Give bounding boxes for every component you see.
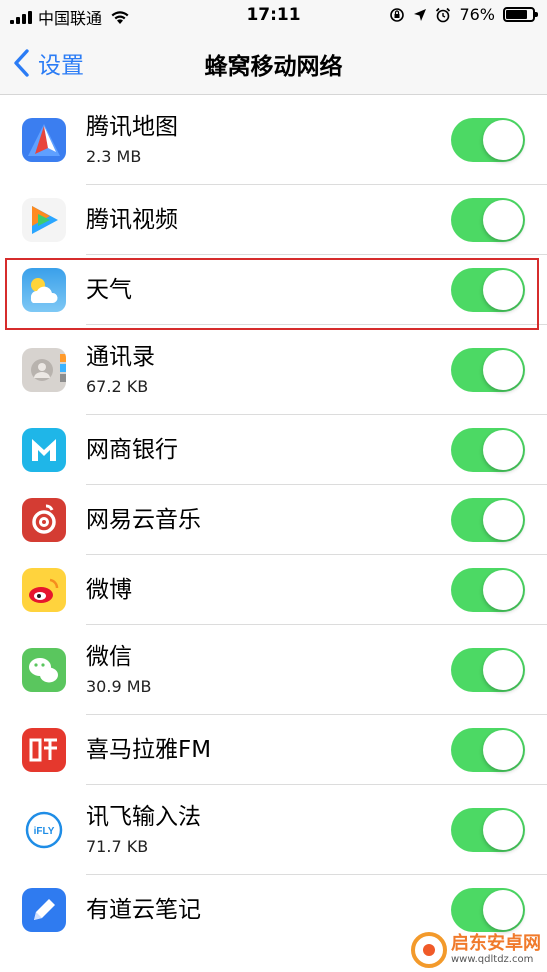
app-name: 微信 <box>86 644 132 670</box>
cellular-toggle[interactable] <box>451 808 525 852</box>
app-data-usage: 67.2 KB <box>86 377 149 396</box>
list-item: 通讯录 67.2 KB <box>0 325 547 415</box>
app-name: 天气 <box>86 277 132 303</box>
cellular-toggle[interactable] <box>451 198 525 242</box>
toggle-knob <box>483 890 523 930</box>
app-name: 微博 <box>86 577 132 603</box>
battery-icon <box>503 7 538 22</box>
youdao-note-icon <box>22 888 66 932</box>
svg-text:iFLY: iFLY <box>34 826 55 837</box>
list-item: 网易云音乐 <box>0 485 547 555</box>
list-item: 腾讯地图 2.3 MB <box>0 95 547 185</box>
toggle-knob <box>483 430 523 470</box>
app-name: 有道云笔记 <box>86 897 201 923</box>
list-item: iFLY 讯飞输入法 71.7 KB <box>0 785 547 875</box>
watermark: 启东安卓网 www.qdltdz.com <box>411 932 541 968</box>
app-name: 腾讯视频 <box>86 207 178 233</box>
location-arrow-icon <box>414 8 427 21</box>
list-item: 网商银行 <box>0 415 547 485</box>
cellular-toggle[interactable] <box>451 118 525 162</box>
toggle-knob <box>483 200 523 240</box>
toggle-knob <box>483 810 523 850</box>
cellular-toggle[interactable] <box>451 568 525 612</box>
app-name: 网商银行 <box>86 437 178 463</box>
contacts-icon <box>22 348 66 392</box>
weibo-icon <box>22 568 66 612</box>
status-right: 76% <box>389 5 538 24</box>
weather-icon <box>22 268 66 312</box>
watermark-title: 启东安卓网 <box>451 933 541 954</box>
watermark-logo-icon <box>411 932 447 968</box>
wechat-icon <box>22 648 66 692</box>
battery-level-fill <box>506 10 528 19</box>
ximalaya-icon <box>22 728 66 772</box>
list-item: 微博 <box>0 555 547 625</box>
list-item-highlighted: 天气 <box>0 255 547 325</box>
cellular-toggle[interactable] <box>451 728 525 772</box>
rotation-lock-icon <box>390 7 405 22</box>
cellular-toggle[interactable] <box>451 648 525 692</box>
app-name: 喜马拉雅FM <box>86 737 212 763</box>
app-name: 网易云音乐 <box>86 507 201 533</box>
status-bar: 中国联通 17:11 76% <box>0 0 547 32</box>
page-title: 蜂窝移动网络 <box>204 54 343 80</box>
list-item: 微信 30.9 MB <box>0 625 547 715</box>
app-data-usage: 2.3 MB <box>86 147 142 166</box>
cellular-toggle[interactable] <box>451 428 525 472</box>
toggle-knob <box>483 350 523 390</box>
cellular-toggle[interactable] <box>451 498 525 542</box>
netease-music-icon <box>22 498 66 542</box>
toggle-knob <box>483 120 523 160</box>
cellular-toggle[interactable] <box>451 888 525 932</box>
app-data-usage: 71.7 KB <box>86 837 149 856</box>
toggle-knob <box>483 730 523 770</box>
watermark-url: www.qdltdz.com <box>451 954 534 965</box>
app-name: 通讯录 <box>86 344 155 370</box>
toggle-knob <box>483 570 523 610</box>
cellular-app-list: 腾讯地图 2.3 MB 腾讯视频 天气 通讯录 67.2 KB 网商银行 网易云… <box>0 95 547 945</box>
toggle-knob <box>483 270 523 310</box>
cellular-toggle[interactable] <box>451 348 525 392</box>
list-item: 喜马拉雅FM <box>0 715 547 785</box>
app-data-usage: 30.9 MB <box>86 677 152 696</box>
toggle-knob <box>483 500 523 540</box>
tencent-video-icon <box>22 198 66 242</box>
list-item: 腾讯视频 <box>0 185 547 255</box>
ifly-input-icon: iFLY <box>22 808 66 852</box>
mybank-icon <box>22 428 66 472</box>
alarm-icon <box>436 7 451 22</box>
navigation-bar: 设置 蜂窝移动网络 <box>0 32 547 95</box>
cellular-toggle[interactable] <box>451 268 525 312</box>
app-name: 腾讯地图 <box>86 114 178 140</box>
toggle-knob <box>483 650 523 690</box>
app-name: 讯飞输入法 <box>86 804 201 830</box>
tencent-map-icon <box>22 118 66 162</box>
battery-percent: 76% <box>459 5 495 24</box>
